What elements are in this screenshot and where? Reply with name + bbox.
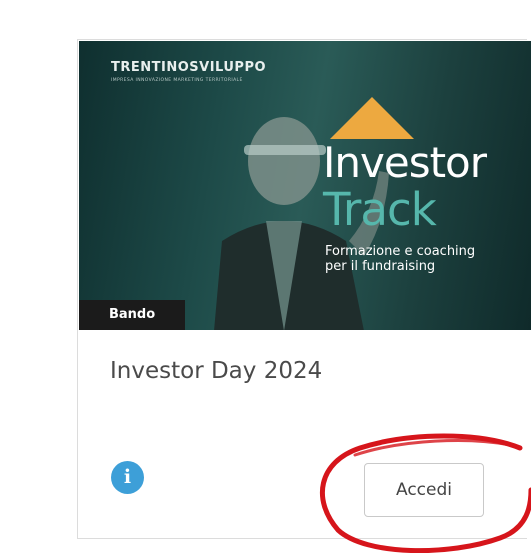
info-icon[interactable]: i (111, 461, 144, 494)
brand-subtitle: IMPRESA INNOVAZIONE MARKETING TERRITORIA… (111, 78, 243, 83)
tagline-line-2: per il fundraising (325, 259, 436, 274)
banner-tagline: Formazione e coaching per il fundraising (325, 244, 475, 274)
brand-logo: TRENTINOSVILUPPO (111, 60, 267, 75)
category-badge: Bando (79, 300, 185, 330)
banner-title-track: Track (323, 183, 437, 236)
card-banner-image[interactable]: TRENTINOSVILUPPO IMPRESA INNOVAZIONE MAR… (79, 41, 531, 330)
card-title[interactable]: Investor Day 2024 (110, 358, 322, 384)
accedi-button[interactable]: Accedi (364, 463, 484, 517)
banner-title-investor: Investor (323, 138, 487, 187)
triangle-logo-mark (330, 97, 414, 139)
page: TRENTINOSVILUPPO IMPRESA INNOVAZIONE MAR… (0, 0, 531, 553)
tagline-line-1: Formazione e coaching (325, 244, 476, 259)
